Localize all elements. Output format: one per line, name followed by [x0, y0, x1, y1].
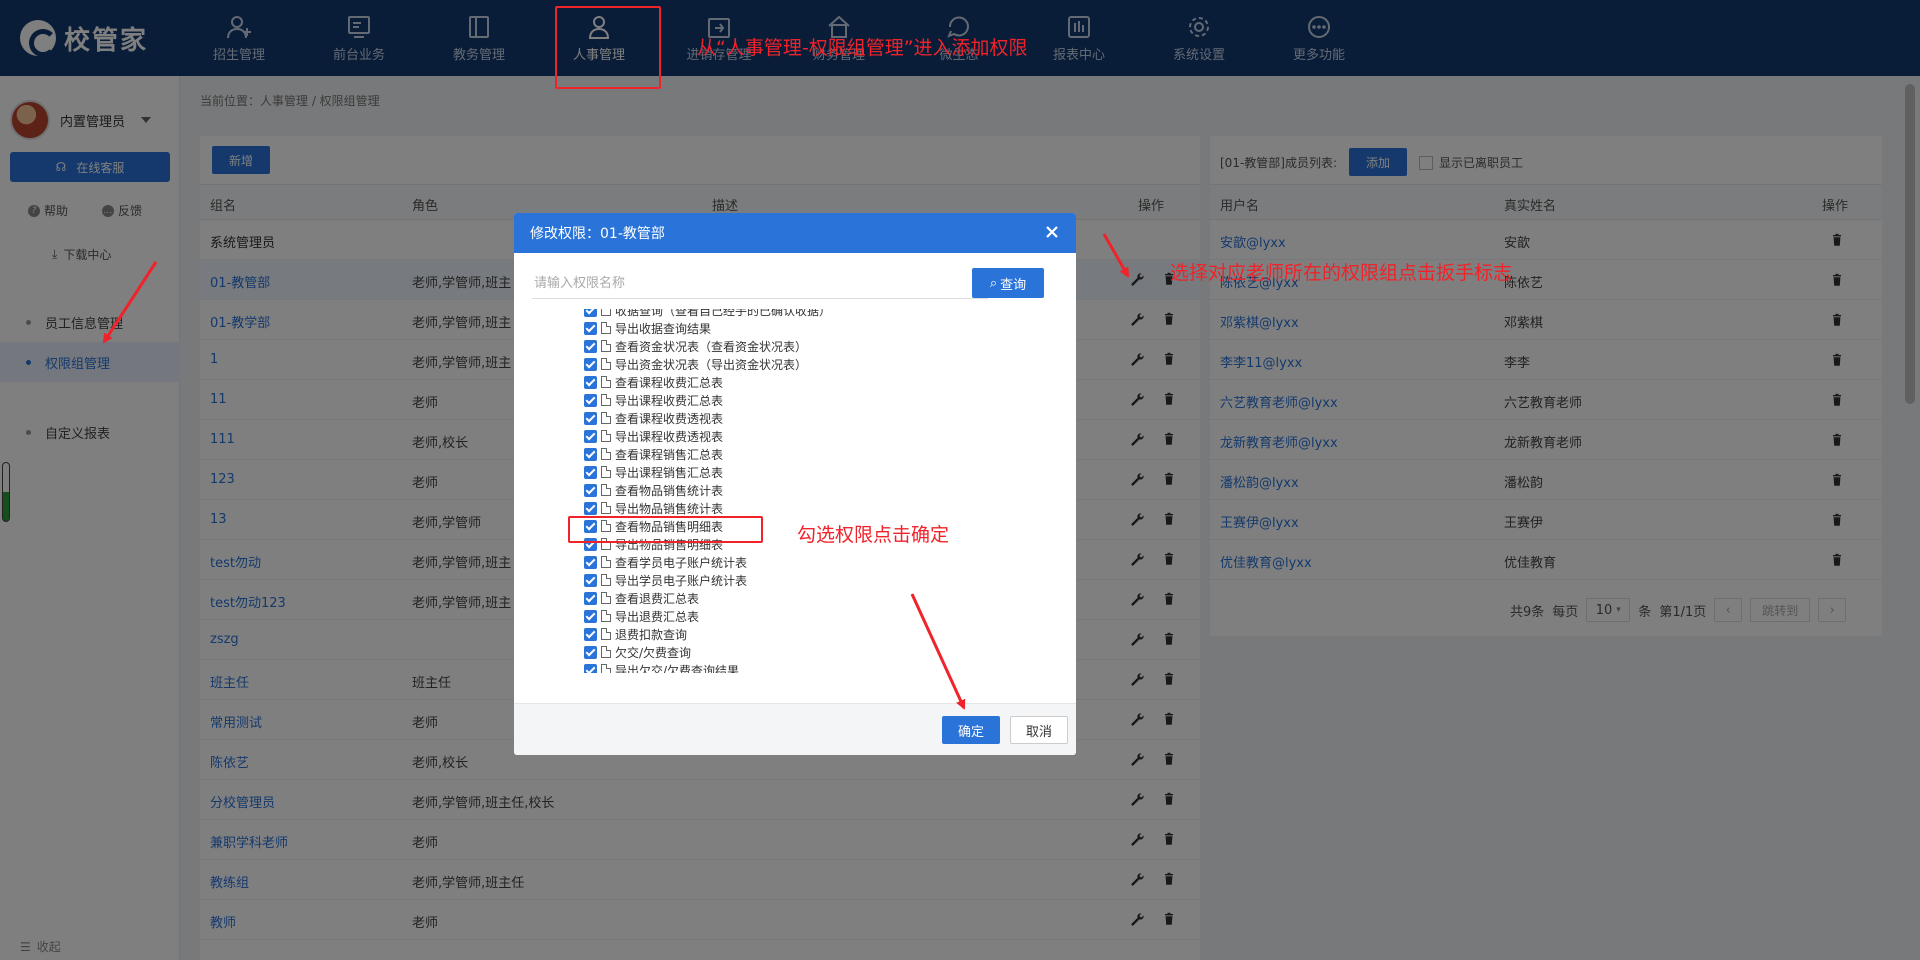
- checkbox-checked-icon[interactable]: [584, 321, 597, 335]
- checkbox-checked-icon[interactable]: [584, 609, 597, 623]
- file-icon: [601, 394, 611, 406]
- file-icon: [601, 448, 611, 460]
- permission-item[interactable]: 查看课程收费透视表: [584, 409, 1024, 427]
- file-icon: [601, 430, 611, 442]
- permission-label: 查看学员电子账户统计表: [615, 555, 748, 570]
- checkbox-checked-icon[interactable]: [584, 573, 597, 587]
- dialog-title: 修改权限：01-教管部: [530, 226, 665, 242]
- permission-item[interactable]: 导出欠交/欠费查询结果: [584, 661, 1024, 673]
- checkbox-checked-icon[interactable]: [584, 375, 597, 389]
- permission-label: 查看课程收费透视表: [615, 411, 724, 426]
- permission-label: 退费扣款查询: [615, 627, 688, 642]
- checkbox-checked-icon[interactable]: [584, 483, 597, 497]
- annotation-top: 从“人事管理-权限组管理”进入添加权限: [697, 37, 1028, 59]
- permission-label: 查看物品销售统计表: [615, 483, 724, 498]
- permission-label: 查看课程收费汇总表: [615, 375, 724, 390]
- permission-item[interactable]: 导出物品销售统计表: [584, 499, 1024, 517]
- permission-item[interactable]: 导出学员电子账户统计表: [584, 571, 1024, 589]
- file-icon: [601, 610, 611, 622]
- permission-item[interactable]: 导出收据查询结果: [584, 319, 1024, 337]
- checkbox-checked-icon[interactable]: [584, 447, 597, 461]
- permission-tree[interactable]: 收据查询（查看自己经手的已确认收据） 导出收据查询结果查看资金状况表（查看资金状况…: [584, 309, 1024, 673]
- close-icon[interactable]: [1044, 224, 1060, 240]
- checkbox-checked-icon[interactable]: [584, 429, 597, 443]
- permission-search-field: [532, 269, 988, 299]
- permission-label: 导出退费汇总表: [615, 609, 700, 624]
- permission-item[interactable]: 查看资金状况表（查看资金状况表）: [584, 337, 1024, 355]
- permission-item[interactable]: 查看课程收费汇总表: [584, 373, 1024, 391]
- file-icon: [601, 358, 611, 370]
- file-icon: [601, 574, 611, 586]
- file-icon: [601, 376, 611, 388]
- permission-label: 导出课程收费透视表: [615, 429, 724, 444]
- edit-permission-dialog: 修改权限：01-教管部 ⌕ 查询 收据查询（查看自己经手的已确认收据） 导出收据查…: [514, 213, 1076, 755]
- permission-label: 导出学员电子账户统计表: [615, 573, 748, 588]
- annotation-check: 勾选权限点击确定: [797, 524, 950, 546]
- cancel-button[interactable]: 取消: [1010, 716, 1068, 744]
- permission-label: 导出欠交/欠费查询结果: [615, 663, 740, 674]
- permission-item[interactable]: 查看退费汇总表: [584, 589, 1024, 607]
- checkbox-checked-icon[interactable]: [584, 555, 597, 569]
- permission-item[interactable]: 退费扣款查询: [584, 625, 1024, 643]
- permission-item[interactable]: 导出课程收费汇总表: [584, 391, 1024, 409]
- checkbox-checked-icon[interactable]: [584, 465, 597, 479]
- confirm-button[interactable]: 确定: [942, 716, 1000, 744]
- checkbox-checked-icon[interactable]: [584, 645, 597, 659]
- checkbox-checked-icon[interactable]: [584, 357, 597, 371]
- file-icon: [601, 466, 611, 478]
- file-icon: [601, 412, 611, 424]
- permission-search-input[interactable]: [532, 269, 988, 297]
- permission-item[interactable]: 查看学员电子账户统计表: [584, 553, 1024, 571]
- dialog-footer: 确定 取消: [514, 703, 1076, 755]
- file-icon: [601, 484, 611, 496]
- checkbox-checked-icon[interactable]: [584, 411, 597, 425]
- file-icon: [601, 646, 611, 658]
- permission-item[interactable]: 导出资金状况表（导出资金状况表）: [584, 355, 1024, 373]
- file-icon: [601, 502, 611, 514]
- permission-label: 导出物品销售统计表: [615, 501, 724, 516]
- permission-label: 导出收据查询结果: [615, 321, 712, 336]
- checkbox-checked-icon[interactable]: [584, 591, 597, 605]
- permission-item[interactable]: 收据查询（查看自己经手的已确认收据）: [584, 309, 1024, 319]
- file-icon: [601, 322, 611, 334]
- permission-item[interactable]: 欠交/欠费查询: [584, 643, 1024, 661]
- permission-item[interactable]: 查看课程销售汇总表: [584, 445, 1024, 463]
- checkbox-checked-icon[interactable]: [584, 309, 597, 317]
- search-button[interactable]: ⌕ 查询: [972, 268, 1044, 298]
- permission-label: 导出课程销售汇总表: [615, 465, 724, 480]
- permission-label: 导出课程收费汇总表: [615, 393, 724, 408]
- file-icon: [601, 309, 611, 316]
- file-icon: [601, 664, 611, 673]
- permission-item[interactable]: 导出课程收费透视表: [584, 427, 1024, 445]
- annotation-wrench: 选择对应老师所在的权限组点击扳手标志: [1170, 262, 1513, 284]
- file-icon: [601, 628, 611, 640]
- permission-label: 收据查询（查看自己经手的已确认收据）: [615, 309, 832, 318]
- permission-label: 查看课程销售汇总表: [615, 447, 724, 462]
- permission-item[interactable]: 导出退费汇总表: [584, 607, 1024, 625]
- file-icon: [601, 340, 611, 352]
- permission-label: 查看退费汇总表: [615, 591, 700, 606]
- search-button-label: 查询: [1000, 277, 1027, 293]
- annotation-box-permission: [568, 516, 763, 543]
- checkbox-checked-icon[interactable]: [584, 339, 597, 353]
- annotation-box-hr-menu: [555, 6, 661, 89]
- checkbox-checked-icon[interactable]: [584, 501, 597, 515]
- checkbox-checked-icon[interactable]: [584, 393, 597, 407]
- search-icon: ⌕: [989, 275, 998, 291]
- checkbox-checked-icon[interactable]: [584, 663, 597, 673]
- file-icon: [601, 592, 611, 604]
- permission-label: 查看资金状况表（查看资金状况表）: [615, 339, 808, 354]
- permission-label: 导出资金状况表（导出资金状况表）: [615, 357, 808, 372]
- file-icon: [601, 556, 611, 568]
- permission-item[interactable]: 查看物品销售统计表: [584, 481, 1024, 499]
- checkbox-checked-icon[interactable]: [584, 627, 597, 641]
- permission-label: 欠交/欠费查询: [615, 645, 692, 660]
- permission-item[interactable]: 导出课程销售汇总表: [584, 463, 1024, 481]
